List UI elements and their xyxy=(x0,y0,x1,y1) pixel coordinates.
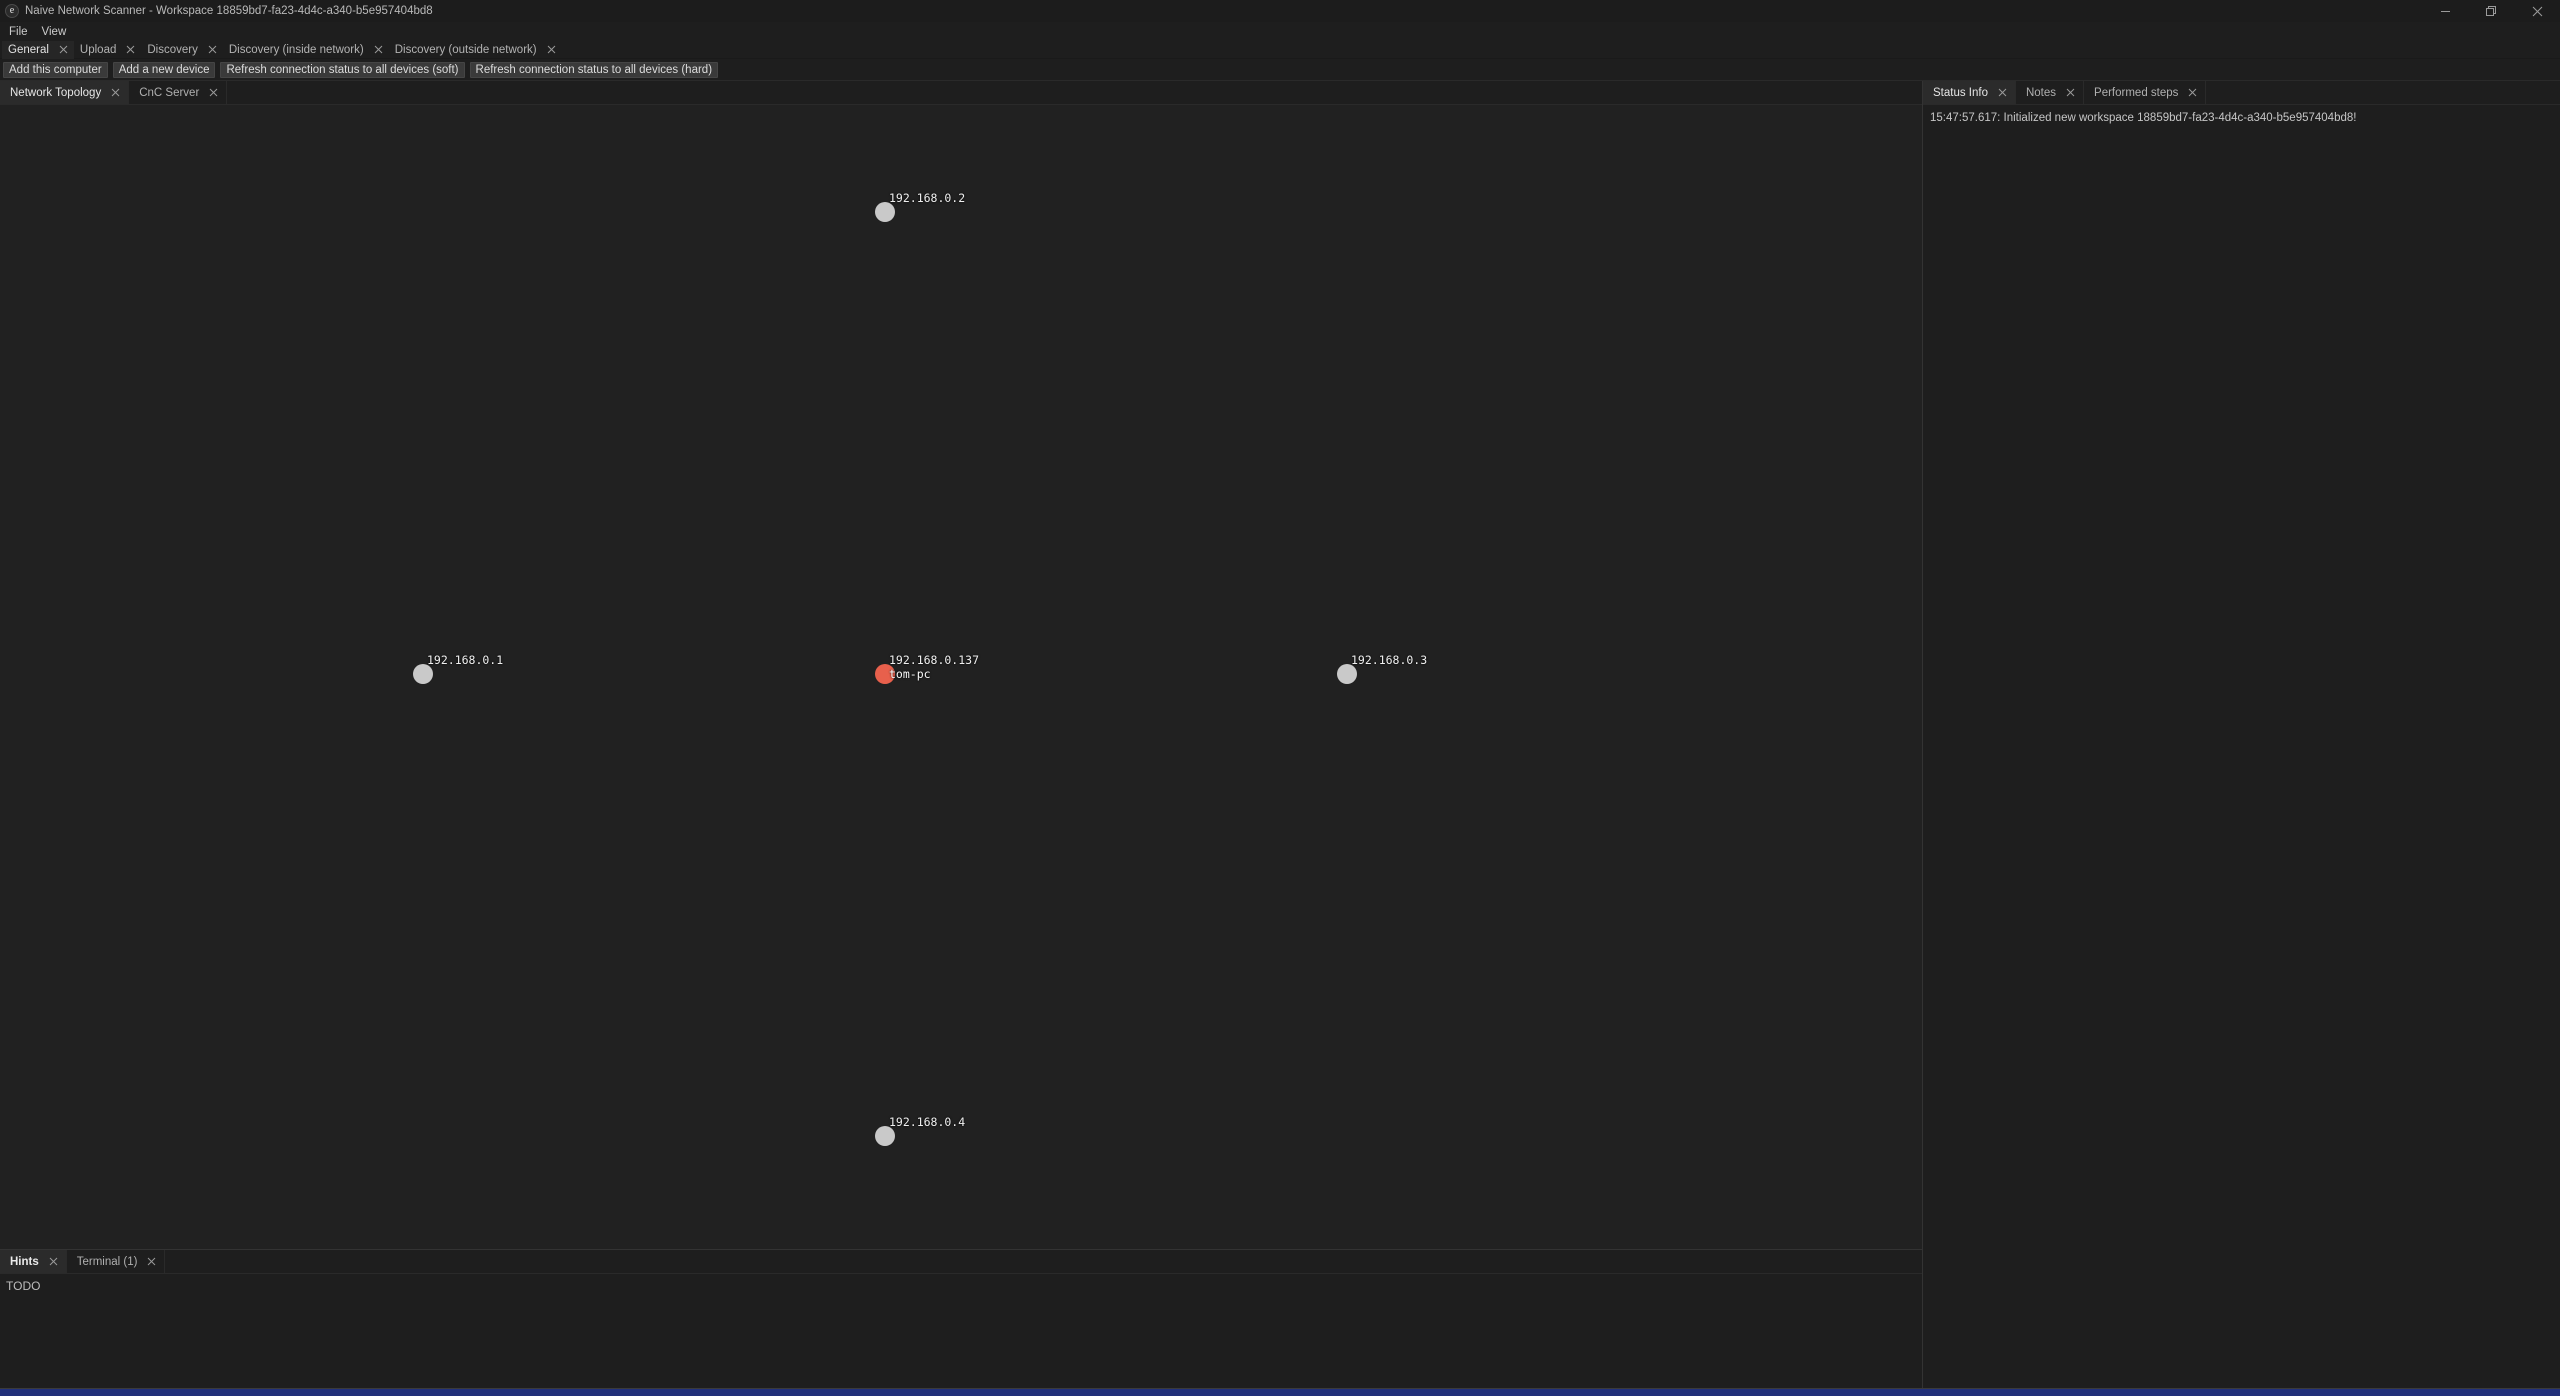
restore-icon[interactable] xyxy=(2468,0,2514,22)
close-icon[interactable] xyxy=(2065,87,2076,98)
tab-network-topology[interactable]: Network Topology xyxy=(0,81,130,104)
close-icon[interactable] xyxy=(2187,87,2198,98)
close-icon[interactable] xyxy=(146,1256,157,1267)
topology-node-labels: 192.168.0.4 xyxy=(889,1115,965,1129)
close-icon[interactable] xyxy=(110,87,121,98)
tab-label: Status Info xyxy=(1933,86,1988,99)
add-a-new-device-button[interactable]: Add a new device xyxy=(112,61,216,78)
taskbar-accent-bar xyxy=(0,1388,2560,1396)
topology-node-ip: 192.168.0.4 xyxy=(889,1115,966,1129)
tab-cnc-server[interactable]: CnC Server xyxy=(129,81,228,104)
window-controls xyxy=(2422,0,2560,22)
refresh-connection-status-soft-button[interactable]: Refresh connection status to all devices… xyxy=(220,61,465,78)
left-column: Network Topology CnC Server 192.168.0.2 1… xyxy=(0,81,1922,1396)
close-icon[interactable] xyxy=(58,44,69,55)
close-icon[interactable] xyxy=(207,44,218,55)
workspace-tab-discovery[interactable]: Discovery xyxy=(141,41,222,59)
workspace-tab-upload[interactable]: Upload xyxy=(74,41,141,59)
topology-node-ip: 192.168.0.137 xyxy=(889,653,980,667)
close-icon[interactable] xyxy=(546,44,557,55)
topology-node-ip: 192.168.0.1 xyxy=(427,653,504,667)
tab-label: Performed steps xyxy=(2094,86,2179,99)
close-icon[interactable] xyxy=(373,44,384,55)
app-icon: e xyxy=(5,4,19,18)
tab-notes[interactable]: Notes xyxy=(2016,81,2085,104)
tab-label: Network Topology xyxy=(10,86,102,99)
menu-item-file[interactable]: File xyxy=(2,25,35,39)
main-panel-tab-strip: Network Topology CnC Server xyxy=(0,81,1922,105)
tab-label: Terminal (1) xyxy=(76,1255,138,1268)
workspace-tab-strip: General Upload Discovery Discovery (insi… xyxy=(0,40,2560,59)
tab-label: Hints xyxy=(10,1255,39,1268)
topology-node-labels: 192.168.0.1 xyxy=(427,653,503,667)
topology-node-dot[interactable] xyxy=(413,664,433,684)
application-window: e Naive Network Scanner - Workspace 1885… xyxy=(0,0,2560,1396)
status-info-log: 15:47:57.617: Initialized new workspace … xyxy=(1923,105,2560,1396)
close-icon[interactable] xyxy=(1997,87,2008,98)
topology-node-labels: 192.168.0.2 xyxy=(889,191,965,205)
topology-node-dot[interactable] xyxy=(875,202,895,222)
topology-node-dot[interactable] xyxy=(875,1126,895,1146)
topology-node-dot[interactable] xyxy=(1337,664,1357,684)
close-icon[interactable] xyxy=(208,87,219,98)
workspace-tab-label: Discovery (inside network) xyxy=(228,43,364,56)
topology-node-ip: 192.168.0.2 xyxy=(889,191,966,205)
hints-content: TODO xyxy=(6,1279,41,1293)
close-icon[interactable] xyxy=(2514,0,2560,22)
status-log-line: 15:47:57.617: Initialized new workspace … xyxy=(1930,112,2357,124)
tab-performed-steps[interactable]: Performed steps xyxy=(2084,81,2207,104)
topology-node-labels: 192.168.0.137 tom-pc xyxy=(889,653,979,681)
right-panel: Status Info Notes Performed steps 15:47:… xyxy=(1922,81,2560,1396)
workspace-tab-general[interactable]: General xyxy=(2,40,74,59)
workspace-tab-label: Discovery (outside network) xyxy=(394,43,537,56)
network-topology-canvas[interactable]: 192.168.0.2 192.168.0.1 192.168.0.137 tom-p… xyxy=(0,105,1922,1249)
close-icon[interactable] xyxy=(48,1256,59,1267)
tab-label: CnC Server xyxy=(139,86,200,99)
topology-node-ip: 192.168.0.3 xyxy=(1351,653,1428,667)
workspace-tab-label: General xyxy=(8,43,49,56)
workspace-tab-label: Upload xyxy=(79,43,117,56)
tab-status-info[interactable]: Status Info xyxy=(1923,81,2016,104)
minimize-icon[interactable] xyxy=(2422,0,2468,22)
refresh-connection-status-hard-button[interactable]: Refresh connection status to all devices… xyxy=(469,61,719,78)
workspace-tab-discovery-outside-network[interactable]: Discovery (outside network) xyxy=(389,41,562,59)
menu-item-view[interactable]: View xyxy=(35,25,74,39)
add-this-computer-button[interactable]: Add this computer xyxy=(3,61,108,78)
title-bar: e Naive Network Scanner - Workspace 1885… xyxy=(0,0,2560,22)
topology-node-labels: 192.168.0.3 xyxy=(1351,653,1427,667)
tab-terminal[interactable]: Terminal (1) xyxy=(67,1250,166,1273)
close-icon[interactable] xyxy=(125,44,136,55)
workspace-tab-discovery-inside-network[interactable]: Discovery (inside network) xyxy=(223,41,389,59)
tab-hints[interactable]: Hints xyxy=(0,1250,67,1273)
main-split-container: Network Topology CnC Server 192.168.0.2 1… xyxy=(0,80,2560,1396)
bottom-dock-tab-strip: Hints Terminal (1) xyxy=(0,1250,1922,1274)
right-panel-tab-strip: Status Info Notes Performed steps xyxy=(1923,81,2560,105)
bottom-dock: Hints Terminal (1) TODO xyxy=(0,1249,1922,1396)
window-title: Naive Network Scanner - Workspace 18859b… xyxy=(25,5,433,17)
menu-bar: File View xyxy=(0,22,2560,41)
topology-node-hostname: tom-pc xyxy=(889,667,931,681)
tab-label: Notes xyxy=(2025,86,2057,99)
action-button-bar: Add this computer Add a new device Refre… xyxy=(0,59,2560,80)
workspace-tab-label: Discovery xyxy=(147,43,198,56)
